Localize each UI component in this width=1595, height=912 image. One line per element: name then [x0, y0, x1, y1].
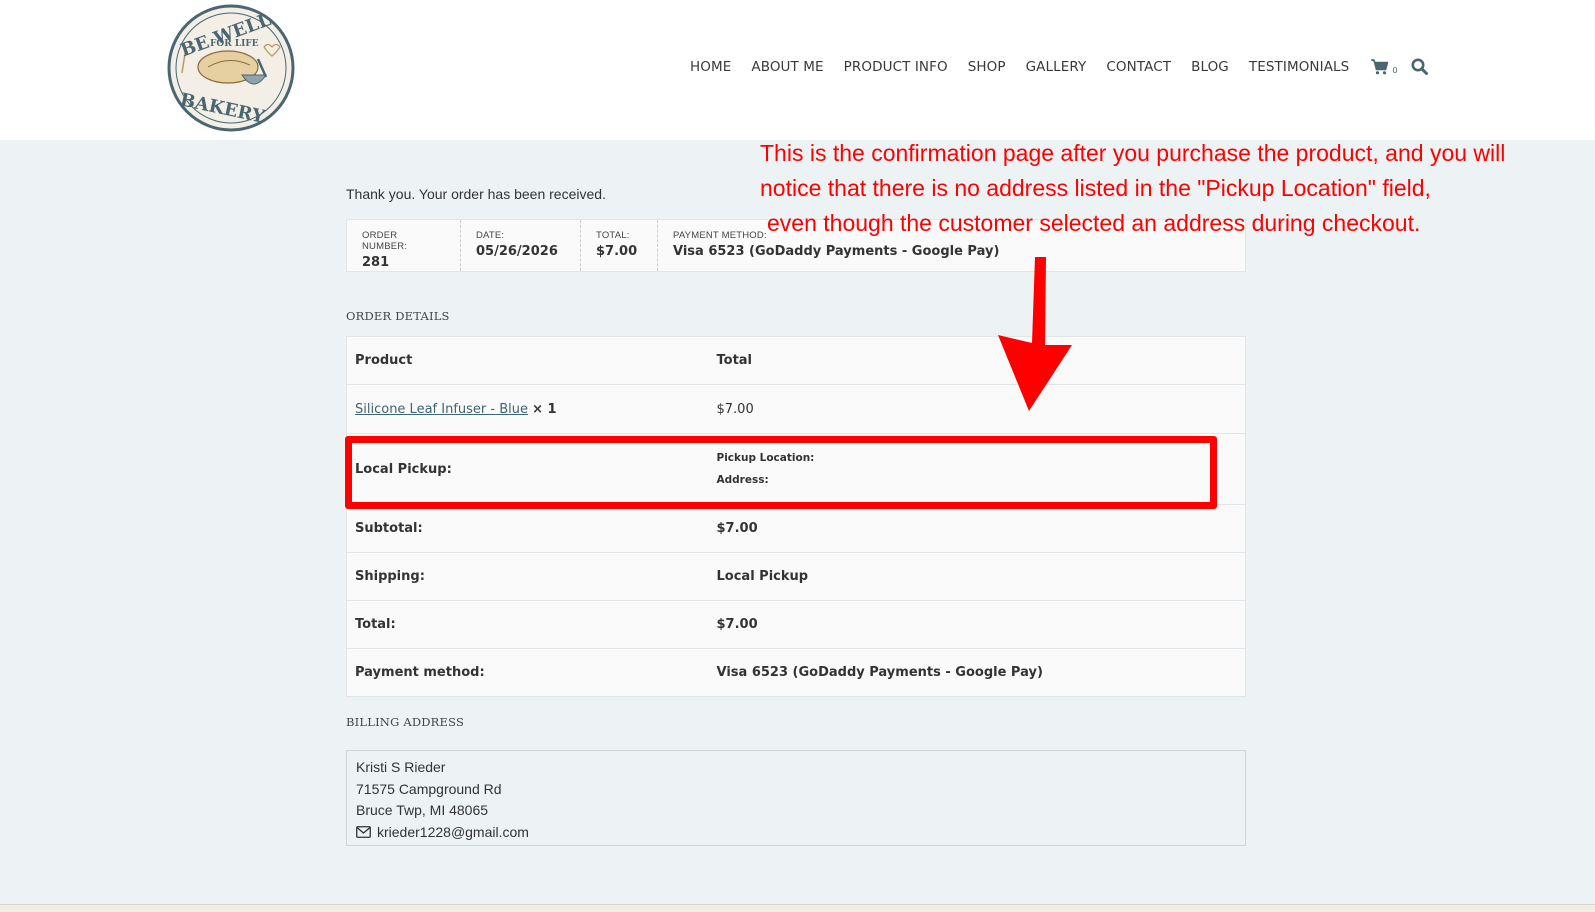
nav-testimonials[interactable]: TESTIMONIALS	[1249, 59, 1349, 75]
billing-address: Kristi S Rieder 71575 Campground Rd Bruc…	[346, 750, 1246, 846]
nav-shop[interactable]: SHOP	[968, 59, 1006, 75]
date-value: 05/26/2026	[476, 244, 558, 259]
order-total-value: $7.00	[708, 600, 1246, 649]
product-cell: Silicone Leaf Infuser - Blue × 1	[346, 384, 709, 434]
subtotal-row: Subtotal: $7.00	[346, 504, 1246, 553]
overview-date: DATE: 05/26/2026	[461, 220, 581, 271]
order-number-value: 281	[362, 255, 390, 270]
cart-count: 0	[1392, 65, 1398, 75]
billing-city: Bruce Twp, MI 48065	[356, 802, 489, 818]
date-label: DATE:	[476, 230, 505, 241]
annotation-line-1: This is the confirmation page after you …	[760, 140, 1506, 166]
order-details-title: ORDER DETAILS	[346, 309, 450, 323]
column-header-product: Product	[346, 336, 709, 385]
main-nav: HOME ABOUT ME PRODUCT INFO SHOP GALLERY …	[690, 58, 1429, 75]
nav-contact[interactable]: CONTACT	[1106, 59, 1171, 75]
payment-row-label: Payment method:	[355, 665, 485, 680]
billing-address-title: BILLING ADDRESS	[346, 715, 465, 729]
billing-street: 71575 Campground Rd	[356, 780, 502, 797]
product-quantity: × 1	[532, 401, 557, 417]
billing-name: Kristi S Rieder	[356, 759, 446, 775]
annotation-arrow-icon	[998, 257, 1072, 411]
nav-gallery[interactable]: GALLERY	[1026, 59, 1087, 75]
annotation-highlight-box	[345, 436, 1217, 509]
subtotal-value: $7.00	[708, 504, 1246, 553]
bakery-logo[interactable]: BE WELL FOR LIFE BAKERY	[166, 3, 296, 133]
shipping-row: Shipping: Local Pickup	[346, 552, 1246, 601]
total-label: TOTAL:	[596, 230, 630, 241]
payment-method-row: Payment method: Visa 6523 (GoDaddy Payme…	[347, 649, 1246, 697]
logo-text-middle: FOR LIFE	[210, 39, 259, 49]
thank-you-message: Thank you. Your order has been received.	[346, 186, 606, 202]
cart-icon	[1371, 58, 1389, 74]
payment-row-value: Visa 6523 (GoDaddy Payments - Google Pay…	[716, 665, 1043, 680]
total-row: Total: $7.00	[346, 600, 1246, 649]
search-icon[interactable]	[1411, 58, 1429, 75]
order-total-label: Total:	[346, 600, 709, 649]
shipping-label: Shipping:	[346, 552, 709, 601]
product-total: $7.00	[708, 384, 1246, 434]
order-details-table: Product Total Silicone Leaf Infuser - Bl…	[346, 336, 1246, 697]
annotation-text: This is the confirmation page after you …	[760, 136, 1590, 241]
product-link[interactable]: Silicone Leaf Infuser - Blue	[355, 402, 528, 417]
column-header-total: Total	[708, 336, 1246, 385]
billing-email-row: krieder1228@gmail.com	[356, 822, 1236, 844]
total-value: $7.00	[596, 244, 638, 259]
annotation-line-2: notice that there is no address listed i…	[760, 175, 1431, 201]
annotation-line-3: even though the customer selected an add…	[767, 210, 1421, 236]
nav-about-me[interactable]: ABOUT ME	[751, 59, 823, 75]
nav-blog[interactable]: BLOG	[1191, 59, 1229, 75]
nav-product-info[interactable]: PRODUCT INFO	[844, 59, 948, 75]
overview-total: TOTAL: $7.00	[581, 220, 658, 271]
site-header: BE WELL FOR LIFE BAKERY HOME ABOUT ME PR…	[0, 0, 1595, 140]
payment-method-value: Visa 6523 (GoDaddy Payments - Google Pay…	[673, 244, 1000, 259]
nav-home[interactable]: HOME	[690, 59, 731, 75]
envelope-icon	[356, 826, 371, 839]
subtotal-label: Subtotal:	[346, 504, 709, 553]
table-row: Silicone Leaf Infuser - Blue × 1 $7.00	[346, 384, 1246, 434]
table-header-row: Product Total	[346, 336, 1246, 385]
order-number-label: ORDER NUMBER:	[362, 230, 408, 252]
cart-button[interactable]: 0	[1371, 58, 1398, 75]
overview-order-number: ORDER NUMBER: 281	[347, 220, 461, 271]
shipping-value: Local Pickup	[708, 552, 1246, 601]
footer-edge	[0, 904, 1595, 912]
billing-email: krieder1228@gmail.com	[377, 823, 529, 840]
